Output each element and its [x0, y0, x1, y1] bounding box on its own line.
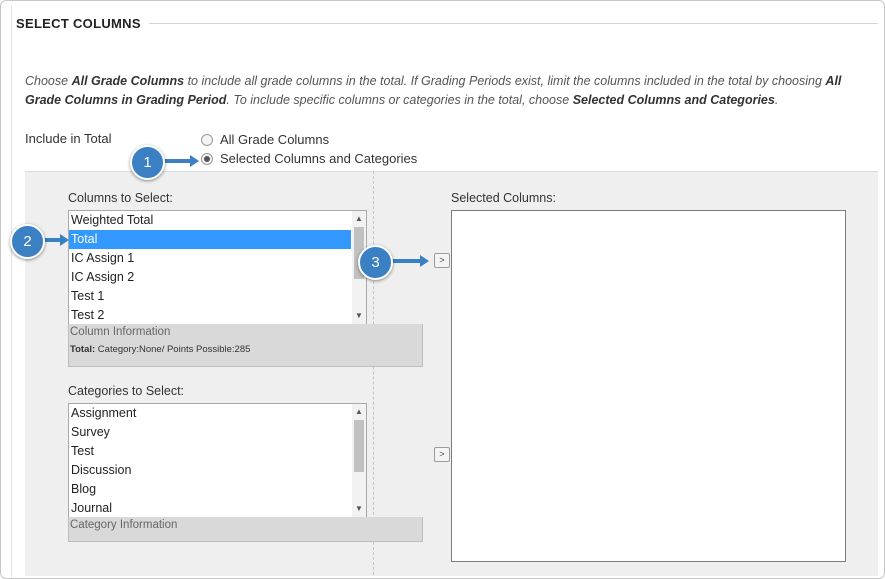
scroll-thumb[interactable] [354, 420, 364, 472]
categories-to-select-label: Categories to Select: [68, 384, 185, 398]
scroll-down-icon[interactable]: ▼ [352, 503, 366, 515]
list-item[interactable]: IC Assign 1 [69, 249, 366, 268]
instructions-text: Choose All Grade Columns to include all … [25, 74, 842, 107]
chevron-right-icon: > [439, 255, 445, 265]
section-left-border [11, 5, 12, 578]
radio-label: All Grade Columns [220, 132, 330, 147]
scroll-up-icon[interactable]: ▲ [352, 213, 366, 225]
list-item[interactable]: Journal [69, 499, 366, 517]
list-item[interactable]: Discussion [69, 461, 366, 480]
scroll-down-icon[interactable]: ▼ [352, 310, 366, 322]
categories-listbox[interactable]: Assignment Survey Test Discussion Blog J… [68, 403, 367, 518]
list-item[interactable]: IC Assign 2 [69, 268, 366, 287]
list-item[interactable]: Survey [69, 423, 366, 442]
callout-badge-1: 1 [130, 145, 165, 180]
columns-to-select-label: Columns to Select: [68, 191, 173, 205]
callout-arrow-1 [161, 155, 199, 167]
radio-button-checked[interactable] [201, 152, 213, 165]
column-information-detail: Total: Category:None/ Points Possible:28… [70, 344, 251, 355]
category-information-box: Category Information [68, 517, 423, 542]
scroll-up-icon[interactable]: ▲ [352, 406, 366, 418]
callout-badge-3: 3 [358, 245, 393, 280]
list-item[interactable]: Blog [69, 480, 366, 499]
chevron-right-icon: > [439, 449, 445, 459]
categories-scrollbar[interactable]: ▲ ▼ [352, 404, 366, 517]
section-title-rule [149, 23, 878, 24]
radio-button[interactable] [201, 133, 213, 146]
column-information-box: Column Information Total: Category:None/… [68, 324, 423, 367]
selected-columns-label: Selected Columns: [451, 191, 556, 205]
list-item[interactable]: Test [69, 442, 366, 461]
radio-selected-columns-categories[interactable]: Selected Columns and Categories [201, 151, 417, 166]
include-in-total-label: Include in Total [25, 131, 112, 146]
section-title: SELECT COLUMNS [16, 16, 141, 31]
selected-columns-listbox[interactable] [451, 210, 846, 562]
list-item[interactable]: Test 2 [69, 306, 366, 324]
callout-badge-2: 2 [10, 224, 45, 259]
panel-divider [373, 171, 374, 575]
list-item-selected[interactable]: Total [69, 230, 351, 249]
category-information-heading: Category Information [70, 519, 178, 531]
radio-label: Selected Columns and Categories [220, 151, 418, 166]
move-categories-button[interactable]: > [434, 447, 450, 462]
callout-arrow-3 [389, 255, 429, 267]
radio-all-grade-columns[interactable]: All Grade Columns [201, 132, 329, 147]
list-item[interactable]: Weighted Total [69, 211, 366, 230]
column-information-heading: Column Information [70, 326, 171, 338]
list-item[interactable]: Test 1 [69, 287, 366, 306]
select-columns-section: SELECT COLUMNS Choose All Grade Columns … [0, 0, 885, 579]
columns-listbox[interactable]: Weighted Total Total IC Assign 1 IC Assi… [68, 210, 367, 325]
move-columns-button[interactable]: > [434, 253, 450, 268]
list-item[interactable]: Assignment [69, 404, 366, 423]
